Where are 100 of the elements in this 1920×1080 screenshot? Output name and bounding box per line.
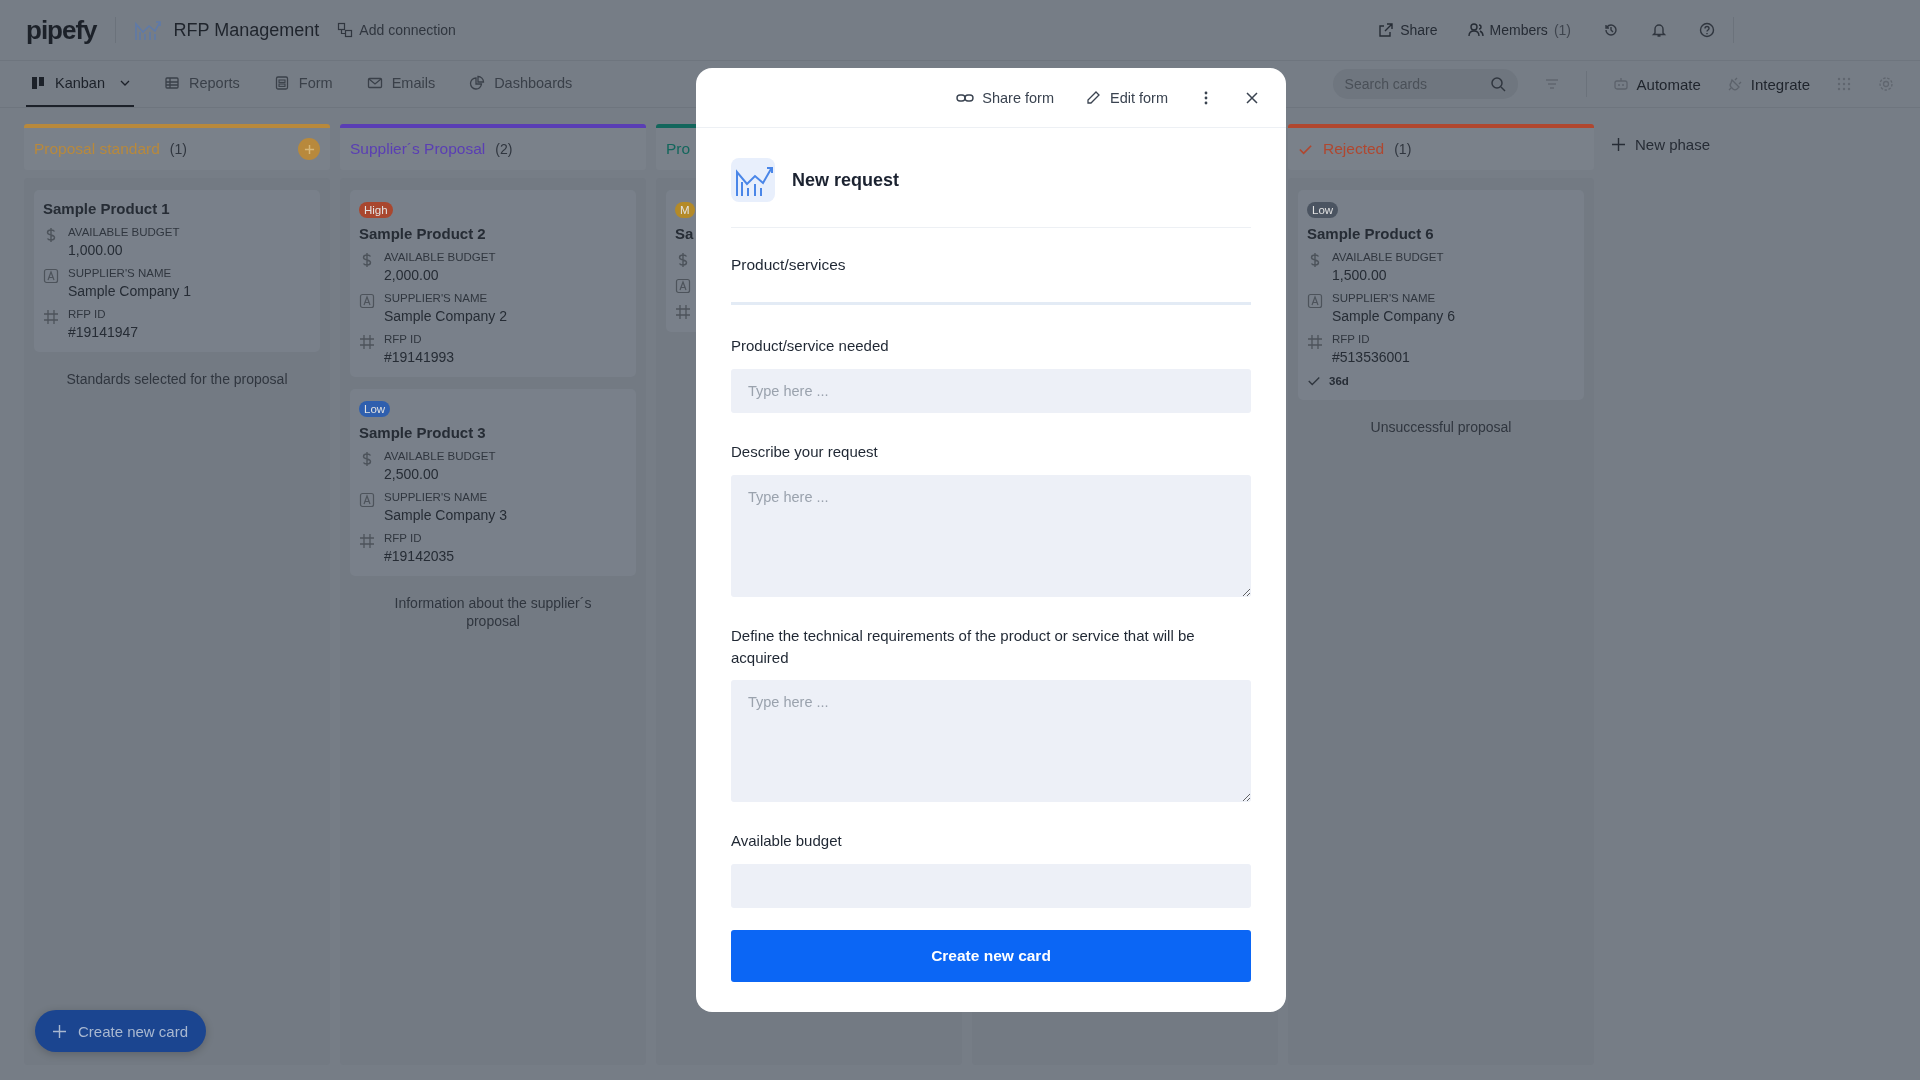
automate-button[interactable]: Automate xyxy=(1612,61,1701,107)
columns-icon xyxy=(30,75,46,91)
card-title: Sample Product 2 xyxy=(359,225,486,242)
view-tab[interactable]: Emails xyxy=(362,61,440,107)
field-value: #19141947 xyxy=(68,324,139,340)
view-tab[interactable]: Form xyxy=(269,61,337,107)
kanban-card[interactable]: Low Sample Product 3 AVAILABLE BUDGET 2,500.00 SUPPLIER'S NAME Sample Company 3 RFP ID #19142035 xyxy=(350,389,636,576)
card-title: Sample Product 1 xyxy=(43,200,170,217)
phase-description: Information about the supplier´s proposal xyxy=(393,594,593,631)
field-label: RFP ID xyxy=(384,532,423,544)
table-icon xyxy=(164,75,180,91)
members-count: (1) xyxy=(1553,22,1571,38)
field-value: Sample Company 2 xyxy=(384,308,507,324)
connection-icon xyxy=(337,22,354,38)
phase-count: (1) xyxy=(169,141,187,157)
priority-tag: Low xyxy=(359,401,391,417)
priority-tag: M xyxy=(675,202,695,218)
kanban-card[interactable]: Low Sample Product 6 AVAILABLE BUDGET 1,500.00 SUPPLIER'S NAME Sample Company 6 RFP ID #513536001 36d xyxy=(1298,190,1584,400)
text-field-icon xyxy=(675,278,691,294)
phase-description: Standards selected for the proposal xyxy=(65,370,289,389)
pipe-title: RFP Management xyxy=(173,19,320,41)
card-title: Sample Product 6 xyxy=(1307,225,1434,242)
field-label: AVAILABLE BUDGET xyxy=(384,251,496,263)
hash-icon xyxy=(359,334,375,350)
hash-icon xyxy=(43,309,59,325)
phase-count: (1) xyxy=(1394,141,1412,157)
integrate-button[interactable]: Integrate xyxy=(1726,61,1810,107)
text-field-icon xyxy=(359,293,375,309)
phase-title: Proposal standard xyxy=(34,140,160,158)
field-value: #19141993 xyxy=(384,349,455,365)
priority-tag: Low xyxy=(1307,202,1339,218)
field-label: SUPPLIER'S NAME xyxy=(1332,292,1437,304)
phase-count: (2) xyxy=(495,141,513,157)
view-tab[interactable]: Kanban xyxy=(26,61,134,107)
hash-icon xyxy=(359,533,375,549)
card-title: Sa xyxy=(675,225,694,242)
edit-form-button[interactable]: Edit form xyxy=(1084,89,1168,106)
field-label: AVAILABLE BUDGET xyxy=(384,450,496,462)
members-button[interactable]: Members (1) xyxy=(1467,22,1571,38)
people-icon xyxy=(1467,22,1484,38)
card-age: 36d xyxy=(1329,375,1349,387)
field-value: #19142035 xyxy=(384,548,455,564)
check-icon xyxy=(1307,374,1321,388)
field-label: SUPPLIER'S NAME xyxy=(68,267,173,279)
view-tab[interactable]: Dashboards xyxy=(465,61,577,107)
dialog-title: New request xyxy=(792,169,900,191)
add-card-button[interactable] xyxy=(298,138,320,160)
field-value: 2,000.00 xyxy=(384,267,440,283)
field-value: 1,500.00 xyxy=(1332,267,1388,283)
plus-icon xyxy=(303,143,315,155)
phase-title: Rejected xyxy=(1323,140,1385,158)
input-field[interactable]: Type here ... xyxy=(731,369,1251,413)
field-label: RFP ID xyxy=(68,308,107,320)
robot-icon xyxy=(1612,76,1629,92)
bell-icon[interactable] xyxy=(1651,22,1667,38)
new-phase-button[interactable]: New phase xyxy=(1612,136,1711,153)
field-label: RFP ID xyxy=(1332,333,1371,345)
kanban-card[interactable]: Sample Product 1 AVAILABLE BUDGET 1,000.00 SUPPLIER'S NAME Sample Company 1 RFP ID #19141947 xyxy=(34,190,320,352)
form-icon xyxy=(273,75,290,91)
field-label: Describe your request xyxy=(731,442,879,462)
text-field-icon xyxy=(1307,293,1323,309)
create-card-button[interactable]: Create new card xyxy=(35,1010,207,1052)
share-form-button[interactable]: Share form xyxy=(956,89,1054,106)
pie-chart-icon xyxy=(469,75,486,91)
phase-title: Supplier´s Proposal xyxy=(350,140,486,158)
create-card-button[interactable]: Create new card xyxy=(731,930,1251,982)
plus-icon xyxy=(1612,138,1625,151)
help-icon[interactable] xyxy=(1699,22,1715,38)
plus-icon xyxy=(53,1024,66,1038)
history-icon[interactable] xyxy=(1603,22,1619,38)
field-value: Sample Company 1 xyxy=(68,283,191,299)
phase-description: Unsuccessful proposal xyxy=(1369,418,1513,437)
section-title: Product/services xyxy=(731,256,847,275)
text-area[interactable]: Type here ... xyxy=(731,474,1251,597)
hash-icon xyxy=(675,304,691,320)
field-value: Sample Company 3 xyxy=(384,507,507,523)
field-label: Define the technical requirements of the product or service that will be acquired xyxy=(731,625,1196,668)
field-label: Product/service needed xyxy=(731,336,890,357)
plug-icon xyxy=(1726,76,1743,92)
app-logo[interactable]: pipefy xyxy=(26,14,97,46)
phase-title: Pro xyxy=(666,140,691,158)
field-value: 1,000.00 xyxy=(68,242,124,258)
field-label: SUPPLIER'S NAME xyxy=(384,491,489,503)
field-label: RFP ID xyxy=(384,333,423,345)
view-tab[interactable]: Reports xyxy=(160,61,244,107)
envelope-icon xyxy=(366,75,383,91)
share-button[interactable]: Share xyxy=(1378,22,1438,38)
field-label: AVAILABLE BUDGET xyxy=(68,226,180,238)
add-connection-button[interactable]: Add connection xyxy=(337,22,456,38)
field-value: Sample Company 6 xyxy=(1332,308,1455,324)
kanban-card[interactable]: High Sample Product 2 AVAILABLE BUDGET 2,000.00 SUPPLIER'S NAME Sample Company 2 RFP ID #19141993 xyxy=(350,190,636,377)
chart-arrow-icon xyxy=(133,18,162,42)
share-icon xyxy=(1378,22,1395,38)
text-area[interactable]: Type here ... xyxy=(731,680,1251,803)
search-icon[interactable] xyxy=(1489,76,1506,92)
close-icon[interactable] xyxy=(1244,89,1260,106)
chevron-down-icon xyxy=(120,80,130,86)
text-field-icon xyxy=(43,268,59,284)
field-label: AVAILABLE BUDGET xyxy=(1332,251,1444,263)
hash-icon xyxy=(1307,334,1323,350)
